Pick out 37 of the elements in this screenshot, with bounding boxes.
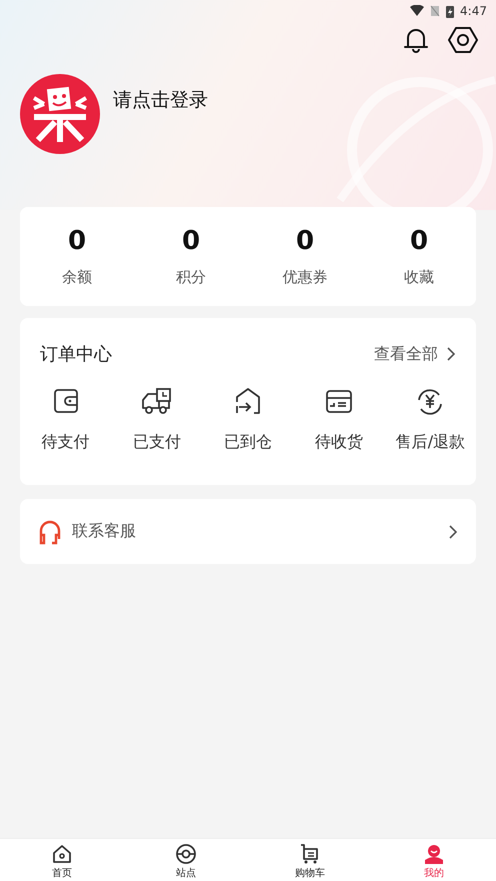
order-status-button[interactable]: 待收货: [294, 386, 385, 453]
settings-button[interactable]: [448, 26, 478, 54]
headset-icon: [38, 518, 62, 544]
section-title: 订单中心: [40, 343, 112, 366]
truck-icon: [140, 386, 173, 416]
sim-icon: [430, 5, 440, 17]
wifi-icon: [410, 5, 424, 17]
home-icon: [51, 842, 73, 864]
tab[interactable]: 站点: [124, 839, 248, 881]
tab[interactable]: 我的: [372, 839, 496, 881]
stat-value[interactable]: 0: [182, 226, 200, 256]
tab[interactable]: 首页: [0, 839, 124, 881]
bell-icon: [402, 26, 430, 54]
customer-service-row[interactable]: 联系客服: [20, 499, 476, 564]
notification-button[interactable]: [402, 26, 430, 54]
settings-icon: [448, 26, 478, 54]
tab[interactable]: 购物车: [248, 839, 372, 881]
chevron-icon: [446, 346, 456, 362]
chevron-icon: [448, 524, 458, 540]
order-status-button[interactable]: 已到仓: [202, 386, 294, 453]
stat-label[interactable]: 优惠券: [282, 268, 328, 287]
user-icon: [423, 842, 445, 864]
stat-label[interactable]: 收藏: [404, 268, 434, 287]
clock: 4:47: [460, 4, 487, 18]
stat-label[interactable]: 积分: [176, 268, 206, 287]
compass-icon: [175, 842, 197, 864]
order-status-button[interactable]: 售后/退款: [384, 386, 476, 453]
order-status-button[interactable]: 待支付: [20, 386, 112, 453]
order-status-button[interactable]: 已支付: [111, 386, 202, 453]
stat-label[interactable]: 余额: [62, 268, 92, 287]
stat-value[interactable]: 0: [410, 226, 428, 256]
stat-value[interactable]: 0: [68, 226, 86, 256]
battery-icon: [446, 4, 454, 18]
cart-icon: [299, 842, 321, 864]
view-all-link[interactable]: 查看全部: [374, 344, 456, 364]
login-prompt[interactable]: 请点击登录: [113, 87, 208, 113]
stat-value[interactable]: 0: [296, 226, 314, 256]
